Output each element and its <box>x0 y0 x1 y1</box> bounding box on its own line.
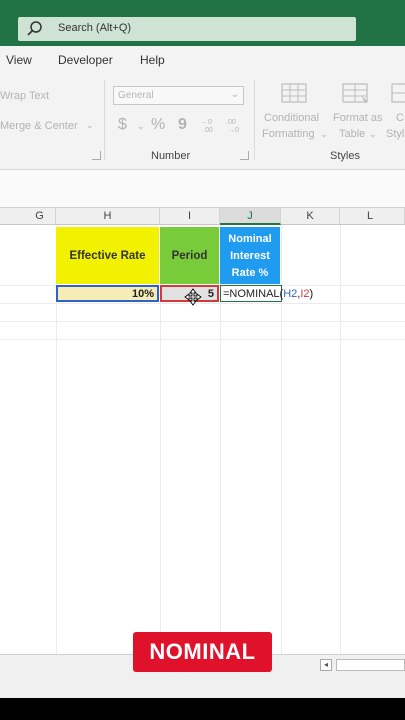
period-value: 5 <box>207 287 214 300</box>
ribbon: Wrap Text Merge & Center ⌄ General ⌄ $ ⌄… <box>0 74 405 170</box>
column-h-label: H <box>103 210 112 222</box>
comma-button[interactable]: 9 <box>178 116 187 134</box>
search-input[interactable]: Search (Alt+Q) <box>58 22 131 34</box>
gridline <box>0 321 405 322</box>
format-as-table-label-1[interactable]: Format as <box>333 112 383 124</box>
cell-styles-label-2[interactable]: Styl <box>386 128 404 140</box>
formula-ref-h2: H2 <box>283 287 298 300</box>
function-name-badge: NOMINAL <box>133 632 272 672</box>
divider <box>254 80 255 160</box>
menu-help[interactable]: Help <box>140 53 165 67</box>
cell-h1-header[interactable]: Effective Rate <box>56 227 159 284</box>
number-format-select[interactable]: General ⌄ <box>113 86 244 105</box>
column-header-h[interactable]: H <box>56 208 160 225</box>
nominal-header-line-1: Nominal <box>228 232 272 245</box>
worksheet-grid[interactable]: G H I J K L Effective Rate Period Nomina… <box>0 208 405 678</box>
format-as-table-label-2[interactable]: Table <box>339 128 365 140</box>
cell-i1-header[interactable]: Period <box>160 227 219 284</box>
column-header-k[interactable]: K <box>281 208 340 225</box>
bottom-border <box>0 698 405 720</box>
gridline <box>0 303 405 304</box>
column-header-i[interactable]: I <box>160 208 220 225</box>
title-bar: Search (Alt+Q) <box>0 0 405 46</box>
conditional-formatting-label-1[interactable]: Conditional <box>264 112 319 124</box>
merge-dropdown-icon[interactable]: ⌄ <box>86 120 94 131</box>
effective-rate-value: 10% <box>131 287 154 300</box>
format-as-table-icon[interactable] <box>342 83 372 105</box>
svg-text:.00: .00 <box>203 127 213 134</box>
svg-text:.00: .00 <box>226 119 236 126</box>
currency-button[interactable]: $ <box>118 116 127 134</box>
cell-styles-label-1[interactable]: C <box>396 112 404 124</box>
gridline <box>340 225 341 665</box>
column-i-label: I <box>187 210 192 222</box>
alignment-launcher-icon[interactable] <box>92 151 101 160</box>
formula-bar[interactable] <box>0 170 405 208</box>
svg-text:→0: →0 <box>228 127 239 134</box>
column-j-label: J <box>247 210 253 222</box>
currency-dropdown-icon[interactable]: ⌄ <box>137 121 145 132</box>
svg-text:←0: ←0 <box>201 119 212 126</box>
formula-prefix: =NOMINAL( <box>223 287 284 300</box>
column-l-label: L <box>366 210 374 222</box>
decrease-decimal-icon[interactable]: .00 →0 <box>226 116 246 134</box>
column-header-g[interactable]: G <box>0 208 56 225</box>
move-cursor-icon <box>184 288 202 306</box>
column-header-l[interactable]: L <box>340 208 405 225</box>
number-format-value: General <box>118 90 154 101</box>
formula-suffix: ) <box>309 287 314 300</box>
menu-bar: View Developer Help <box>0 46 405 74</box>
percent-button[interactable]: % <box>151 116 165 134</box>
excel-window: Search (Alt+Q) View Developer Help Wrap … <box>0 0 405 720</box>
search-box[interactable]: Search (Alt+Q) <box>18 17 356 41</box>
cell-styles-icon[interactable] <box>391 83 405 105</box>
merge-center-button[interactable]: Merge & Center <box>0 120 78 132</box>
increase-decimal-icon[interactable]: ←0 .00 <box>201 116 221 134</box>
nominal-header-line-3: Rate % <box>231 266 269 279</box>
cell-h2[interactable]: 10% <box>56 285 159 302</box>
menu-developer[interactable]: Developer <box>58 53 113 67</box>
chevron-down-icon: ⌄ <box>230 89 239 100</box>
format-table-dropdown-icon[interactable]: ⌄ <box>369 129 377 140</box>
styles-group-label: Styles <box>330 150 360 162</box>
number-group-label: Number <box>151 150 191 162</box>
period-header: Period <box>171 249 208 262</box>
cell-j2-formula-editor[interactable]: =NOMINAL(H2, I2) <box>220 285 313 302</box>
scroll-left-icon[interactable]: ◂ <box>320 659 332 671</box>
conditional-formatting-icon[interactable] <box>281 83 309 105</box>
nominal-header-line-2: Interest <box>230 249 270 262</box>
column-header-j[interactable]: J <box>220 208 281 225</box>
wrap-text-button[interactable]: Wrap Text <box>0 90 49 102</box>
cell-j1-header[interactable]: Nominal Interest Rate % <box>220 227 280 284</box>
column-g-label: G <box>35 210 44 222</box>
divider <box>104 80 105 160</box>
conditional-formatting-label-2[interactable]: Formatting <box>262 128 315 140</box>
effective-rate-header: Effective Rate <box>69 249 146 262</box>
conditional-dropdown-icon[interactable]: ⌄ <box>320 129 328 140</box>
scroll-track[interactable] <box>336 659 405 671</box>
formula-ref-i2: I2 <box>300 287 310 300</box>
number-launcher-icon[interactable] <box>240 151 249 160</box>
column-k-label: K <box>306 210 314 222</box>
gridline <box>0 339 405 340</box>
search-icon <box>27 21 42 36</box>
status-bar <box>0 676 405 698</box>
menu-view[interactable]: View <box>6 53 32 67</box>
